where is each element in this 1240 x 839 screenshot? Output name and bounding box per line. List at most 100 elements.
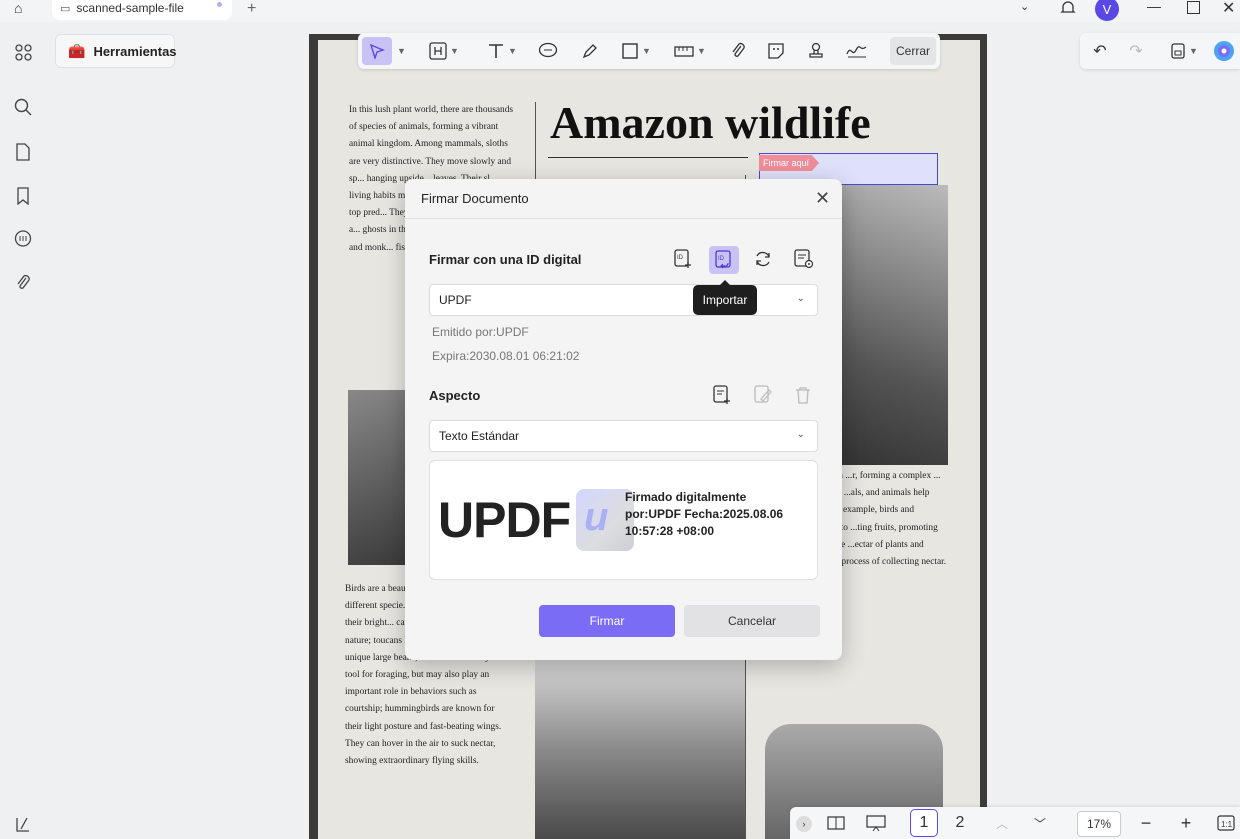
attachment-tool[interactable] bbox=[724, 37, 752, 65]
chevron-down-icon: ▼ bbox=[1189, 46, 1198, 56]
sticker-tool[interactable] bbox=[762, 37, 790, 65]
cancel-button[interactable]: Cancelar bbox=[684, 605, 820, 637]
digital-id-value: UPDF bbox=[439, 293, 472, 307]
page-2-button[interactable]: 2 bbox=[946, 809, 974, 837]
view-id-icon[interactable] bbox=[791, 246, 817, 272]
chevron-down-icon: ▼ bbox=[642, 46, 651, 56]
sign-button[interactable]: Firmar bbox=[539, 605, 675, 637]
rectangle-icon bbox=[622, 43, 638, 59]
ai-assistant-button[interactable] bbox=[1212, 37, 1236, 65]
speech-bubble-icon bbox=[538, 42, 558, 58]
create-id-icon[interactable]: ID bbox=[670, 246, 696, 272]
close-icon[interactable]: ✕ bbox=[815, 188, 830, 209]
expiry-text: Expira:2030.08.01 06:21:02 bbox=[432, 349, 580, 363]
svg-text:ID: ID bbox=[677, 255, 684, 261]
issued-by-text: Emitido por:UPDF bbox=[432, 325, 529, 339]
sticker-icon bbox=[768, 43, 784, 59]
refresh-icon[interactable] bbox=[750, 246, 776, 272]
digital-id-select[interactable]: UPDF ⌄ bbox=[429, 284, 818, 316]
book-icon bbox=[827, 816, 845, 830]
previous-page-icon[interactable]: ︿ bbox=[992, 811, 1012, 835]
expand-icon[interactable]: › bbox=[796, 816, 812, 832]
page-layout-button[interactable] bbox=[824, 811, 848, 835]
chevron-down-icon[interactable]: ⌄ bbox=[1020, 0, 1029, 13]
new-tab-button[interactable]: + bbox=[247, 0, 256, 18]
select-tool[interactable] bbox=[362, 37, 392, 65]
signature-preview: UPDF u Firmado digitalmente por:UPDF Fec… bbox=[429, 460, 818, 580]
select-tool-dropdown[interactable]: ▼ bbox=[394, 37, 406, 65]
tab-title: scanned-sample-file bbox=[76, 1, 184, 15]
text-tool[interactable]: ▼ bbox=[482, 37, 522, 65]
zoom-level[interactable]: 17% bbox=[1077, 811, 1121, 837]
bottom-bar: › 1 2 ︿ ﹀ 17% − + 1:1 bbox=[790, 807, 1240, 839]
measure-tool[interactable]: ▼ bbox=[670, 37, 710, 65]
svg-text:1:1: 1:1 bbox=[1221, 820, 1233, 829]
document-headline: Amazon wildlife bbox=[550, 97, 871, 148]
digital-id-section-title: Firmar con una ID digital bbox=[429, 252, 582, 267]
shape-tool[interactable]: ▼ bbox=[616, 37, 656, 65]
pages-icon[interactable] bbox=[11, 140, 35, 164]
edit-appearance-icon[interactable] bbox=[750, 382, 776, 408]
sign-document-dialog: Firmar Documento ✕ Firmar con una ID dig… bbox=[405, 179, 842, 660]
close-window-button[interactable]: ✕ bbox=[1222, 0, 1235, 18]
appearance-value: Texto Estándar bbox=[439, 429, 520, 443]
undo-button[interactable]: ↶ bbox=[1088, 37, 1112, 65]
chevron-down-icon: ▼ bbox=[397, 46, 406, 56]
document-tab[interactable]: ▭ scanned-sample-file bbox=[52, 0, 232, 20]
apps-grid-icon[interactable] bbox=[11, 40, 35, 64]
rule bbox=[548, 157, 748, 158]
highlighter-tool[interactable] bbox=[576, 37, 604, 65]
chevron-down-icon: ⌄ bbox=[796, 293, 805, 304]
maximize-button[interactable] bbox=[1187, 1, 1200, 14]
ai-assistant-icon bbox=[1214, 41, 1234, 61]
fit-page-button[interactable]: 1:1 bbox=[1216, 811, 1236, 835]
signature-icon bbox=[846, 46, 867, 58]
save-button[interactable]: ▼ bbox=[1166, 37, 1202, 65]
layers-icon[interactable] bbox=[11, 812, 35, 836]
photo-animal bbox=[348, 390, 410, 565]
home-icon[interactable]: ⌂ bbox=[14, 0, 22, 16]
ruler-icon bbox=[674, 46, 694, 57]
chevron-down-icon: ▼ bbox=[697, 46, 706, 56]
comment-icon[interactable] bbox=[11, 227, 35, 251]
next-page-icon[interactable]: ﹀ bbox=[1030, 811, 1050, 835]
signature-tool[interactable] bbox=[842, 37, 872, 65]
unsaved-dot bbox=[217, 2, 222, 7]
import-tooltip: Importar bbox=[693, 280, 757, 315]
signature-name: UPDF bbox=[438, 492, 571, 548]
save-icon bbox=[1171, 43, 1185, 59]
stamp-icon bbox=[809, 42, 823, 58]
close-toolbar-button[interactable]: Cerrar bbox=[890, 37, 936, 65]
presentation-button[interactable] bbox=[864, 811, 888, 835]
redo-button[interactable]: ↷ bbox=[1124, 37, 1148, 65]
stamp-tool[interactable] bbox=[802, 37, 830, 65]
import-id-icon[interactable]: ID bbox=[709, 246, 739, 274]
annotation-toolbar: ▼ ▼ ▼ ▼ ▼ Cerrar bbox=[358, 33, 940, 69]
text-box-tool[interactable]: ▼ bbox=[426, 37, 462, 65]
page-1-button[interactable]: 1 bbox=[910, 809, 938, 837]
chevron-down-icon: ▼ bbox=[508, 46, 517, 56]
bell-icon[interactable] bbox=[1060, 0, 1076, 20]
add-appearance-icon[interactable] bbox=[709, 382, 735, 408]
chevron-down-icon: ⌄ bbox=[796, 429, 805, 440]
zoom-in-button[interactable]: + bbox=[1176, 811, 1196, 835]
photo-giraffe bbox=[535, 660, 745, 839]
tools-button-label: Herramientas bbox=[93, 43, 177, 59]
minimize-button[interactable]: — bbox=[1147, 0, 1161, 14]
pen-icon bbox=[582, 44, 597, 59]
appearance-select[interactable]: Texto Estándar ⌄ bbox=[429, 420, 818, 452]
comment-tool[interactable] bbox=[534, 37, 562, 65]
bookmark-icon[interactable] bbox=[11, 184, 35, 208]
zoom-out-button[interactable]: − bbox=[1136, 811, 1156, 835]
toolbox-icon: 🧰 bbox=[68, 42, 86, 59]
text-box-icon bbox=[429, 42, 447, 60]
signature-details: Firmado digitalmente por:UPDF Fecha:2025… bbox=[625, 490, 784, 538]
attachment-icon[interactable] bbox=[11, 271, 35, 295]
delete-appearance-icon[interactable] bbox=[790, 382, 816, 408]
tools-button[interactable]: 🧰 Herramientas bbox=[55, 34, 177, 68]
actual-size-icon: 1:1 bbox=[1217, 815, 1235, 831]
dialog-divider bbox=[405, 218, 842, 219]
signature-field-tag: Firmar aquí bbox=[759, 155, 820, 171]
document-icon: ▭ bbox=[60, 2, 71, 15]
search-icon[interactable] bbox=[11, 95, 35, 119]
